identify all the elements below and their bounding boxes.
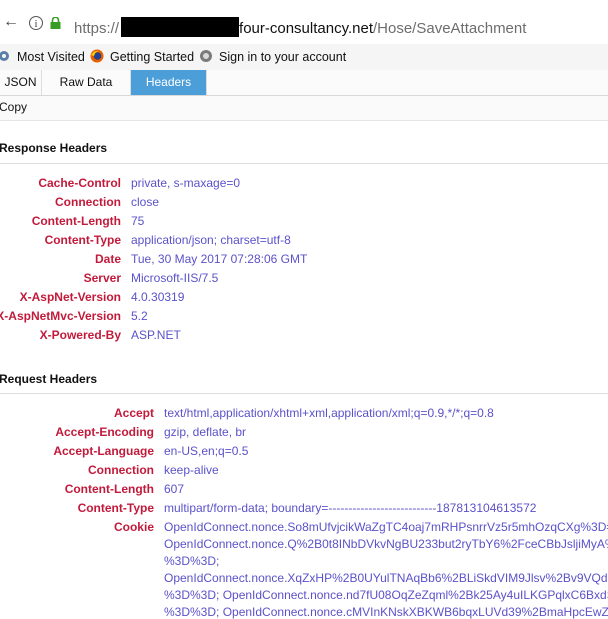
- bookmark-label: Most Visited: [17, 50, 85, 64]
- header-value: 75: [131, 214, 145, 228]
- cookie-value-line: %3D%3D; OpenIdConnect.nonce.cMVInKNskXBK…: [164, 605, 608, 619]
- address-bar-area: ← i https:// four-consultancy.net/Hose/Sa…: [0, 0, 608, 44]
- header-name: Date: [94, 252, 121, 266]
- bookmarks-toolbar: Most Visited Getting Started Sign in to …: [0, 44, 608, 71]
- header-name: Cookie: [113, 520, 154, 534]
- header-value: Microsoft-IIS/7.5: [131, 271, 219, 285]
- header-value: 4.0.30319: [131, 290, 185, 304]
- copy-button[interactable]: Copy: [0, 100, 27, 114]
- cookie-value-line: %3D%3D;: [164, 554, 220, 568]
- header-name: Server: [83, 271, 121, 285]
- header-value: en-US,en;q=0.5: [164, 444, 249, 458]
- headers-toolbar: Copy: [0, 96, 608, 121]
- response-headers-title: Response Headers: [0, 141, 108, 155]
- bookmark-most-visited[interactable]: Most Visited: [0, 49, 85, 65]
- bookmark-sign-in[interactable]: Sign in to your account: [199, 49, 346, 65]
- response-header-row: X-AspNetMvc-Version 5.2: [0, 307, 608, 325]
- url-host: four-consultancy.net: [239, 20, 373, 37]
- header-name: Content-Length: [31, 214, 121, 228]
- header-value: private, s-maxage=0: [131, 176, 241, 190]
- response-header-row: Server Microsoft-IIS/7.5: [0, 269, 608, 287]
- bookmark-label: Sign in to your account: [219, 50, 347, 64]
- info-icon[interactable]: i: [29, 16, 43, 30]
- header-name: Connection: [55, 195, 121, 209]
- tab-headers[interactable]: Headers: [131, 70, 207, 95]
- bookmark-label: Getting Started: [110, 50, 195, 64]
- globe-icon: [200, 50, 212, 62]
- request-header-row: Content-Length 607: [0, 480, 608, 498]
- firefox-icon: [90, 49, 104, 63]
- request-header-row: Accept-Language en-US,en;q=0.5: [0, 442, 608, 460]
- redacted-block: [121, 17, 240, 37]
- cookie-value-line: %3D%3D; OpenIdConnect.nonce.nd7fU08OqZeZ…: [164, 588, 608, 602]
- bookmark-getting-started[interactable]: Getting Started: [90, 49, 194, 65]
- header-name: X-Powered-By: [39, 328, 121, 342]
- request-headers-title: Request Headers: [0, 372, 98, 386]
- url-path: /Hose/SaveAttachment: [373, 20, 527, 37]
- cookie-value-line: OpenIdConnect.nonce.Q%2B0t8INbDVkvNgBU23…: [164, 537, 608, 551]
- cookie-value-line: OpenIdConnect.nonce.XqZxHP%2B0UYulTNAqBb…: [164, 571, 608, 585]
- header-name: Accept: [113, 406, 154, 420]
- header-name: Content-Type: [77, 501, 154, 515]
- tab-raw-data[interactable]: Raw Data: [42, 70, 131, 95]
- header-name: Content-Length: [64, 482, 154, 496]
- request-header-row: Accept-Encoding gzip, deflate, br: [0, 423, 608, 441]
- url-scheme: https://: [74, 20, 120, 37]
- header-value: Tue, 30 May 2017 07:28:06 GMT: [131, 252, 308, 266]
- section-divider: [0, 163, 608, 164]
- response-header-row: Content-Type application/json; charset=ut…: [0, 231, 608, 249]
- gear-icon: [0, 51, 9, 61]
- header-value: 5.2: [131, 309, 148, 323]
- response-header-row: X-AspNet-Version 4.0.30319: [0, 288, 608, 306]
- tab-json[interactable]: JSON: [0, 70, 42, 95]
- header-value: keep-alive: [164, 463, 219, 477]
- header-value: text/html,application/xhtml+xml,applicat…: [164, 406, 494, 420]
- response-header-row: Connection close: [0, 193, 608, 211]
- request-header-row: Connection keep-alive: [0, 461, 608, 479]
- lock-icon: [50, 17, 61, 29]
- response-header-row: X-Powered-By ASP.NET: [0, 326, 608, 344]
- header-value: multipart/form-data; boundary=----------…: [164, 501, 537, 515]
- header-name: X-AspNetMvc-Version: [0, 309, 121, 323]
- back-arrow-icon[interactable]: ←: [3, 12, 23, 32]
- section-divider: [0, 393, 608, 394]
- request-header-row: Accept text/html,application/xhtml+xml,ap…: [0, 404, 608, 422]
- header-name: Cache-Control: [38, 176, 121, 190]
- header-value: close: [131, 195, 160, 209]
- viewer-tabs: JSON Raw Data Headers: [0, 70, 608, 96]
- header-name: Accept-Language: [53, 444, 154, 458]
- header-name: Content-Type: [44, 233, 121, 247]
- header-value: application/json; charset=utf-8: [131, 233, 291, 247]
- header-name: Connection: [88, 463, 154, 477]
- header-value: gzip, deflate, br: [164, 425, 247, 439]
- header-name: Accept-Encoding: [55, 425, 154, 439]
- header-value: 607: [164, 482, 185, 496]
- header-value: OpenIdConnect.nonce.So8mUfvjcikWaZgTC4oa…: [164, 520, 608, 534]
- response-header-row: Date Tue, 30 May 2017 07:28:06 GMT: [0, 250, 608, 268]
- header-name: X-AspNet-Version: [19, 290, 121, 304]
- response-header-row: Cache-Control private, s-maxage=0: [0, 174, 608, 192]
- header-value: ASP.NET: [131, 328, 181, 342]
- response-header-row: Content-Length 75: [0, 212, 608, 230]
- request-header-row: Content-Type multipart/form-data; boundar…: [0, 499, 608, 517]
- request-header-row: Cookie OpenIdConnect.nonce.So8mUfvjcikWaZ…: [0, 518, 608, 536]
- url-field[interactable]: https:// four-consultancy.net/Hose/SaveAt…: [74, 17, 526, 37]
